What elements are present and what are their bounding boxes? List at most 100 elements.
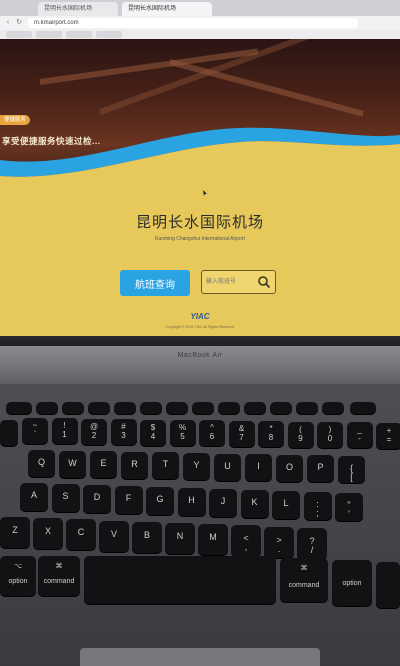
key[interactable]: ! 1 [51,418,78,445]
key[interactable]: I [245,454,272,482]
key-f6[interactable] [166,402,188,414]
key-label: C [77,527,85,538]
key-f5[interactable] [140,402,162,414]
key-command-left[interactable]: ⌘ command [38,556,80,596]
key-label: ^ 6 [209,423,215,442]
key[interactable]: D [83,485,111,513]
key-f1[interactable] [36,402,58,414]
flight-search-button[interactable]: 航班查询 [120,270,190,296]
key[interactable]: ) 0 [317,422,343,448]
key[interactable]: V [99,520,129,552]
key[interactable]: + = [376,422,400,449]
key-f7[interactable] [192,402,214,414]
hero-beam [169,59,364,117]
key[interactable]: U [214,453,241,481]
back-icon[interactable]: ‹ [4,19,12,27]
key[interactable]: * 8 [258,421,284,448]
key[interactable]: J [209,489,237,517]
key[interactable]: Q [28,450,55,477]
key[interactable]: W [59,450,86,478]
bookmark-item[interactable] [96,31,122,38]
key[interactable]: E [90,451,117,479]
browser-tab[interactable]: 昆明长水国际机场 [38,2,118,16]
key-f10[interactable] [270,402,292,414]
bookmark-item[interactable] [36,31,62,38]
key[interactable]: > . [264,526,294,558]
key-label: U [224,460,231,471]
key-f12[interactable] [322,402,344,414]
key[interactable]: G [146,487,174,515]
key-f8[interactable] [218,402,240,414]
key-label: @ 2 [89,421,99,440]
reload-icon[interactable]: ↻ [15,19,23,27]
browser-tab-active[interactable]: 昆明长水国际机场 [122,2,212,16]
key-f3[interactable] [88,402,110,414]
key[interactable]: Y [183,453,210,480]
key-eject[interactable] [350,402,376,414]
svg-text:YIAC: YIAC [190,312,209,321]
url-field[interactable]: m.kmairport.com [28,18,358,28]
key[interactable]: K [240,490,269,518]
key-label: % 5 [178,423,187,441]
key-label: { [ [349,463,353,482]
key[interactable]: ( 9 [287,421,314,448]
trackpad[interactable] [80,648,320,666]
key[interactable]: ^ 6 [199,420,225,447]
key-option-left[interactable]: ⌥ option [0,556,36,596]
key-label: B [143,529,150,540]
key-label: G [156,494,164,504]
key[interactable]: A [20,483,48,511]
key-label: M [209,532,217,543]
key-arrow-left[interactable] [376,562,400,608]
bookmark-item[interactable] [6,31,32,38]
key[interactable]: R [121,451,148,479]
key[interactable]: & 7 [228,420,255,447]
key-f11[interactable] [296,402,318,414]
key[interactable]: O [276,454,303,482]
key[interactable]: @ 2 [81,418,107,445]
key[interactable]: P [307,455,334,483]
key-label: W [68,457,77,468]
key[interactable]: T [152,452,179,480]
key-f9[interactable] [244,402,266,414]
key[interactable]: S [51,484,80,512]
key-glyph-alt: ⌥ [13,563,23,570]
search-input[interactable] [206,277,258,287]
key[interactable]: C [66,519,96,551]
bookmark-item[interactable] [66,31,92,38]
key[interactable]: L [272,491,300,519]
key-label: A [30,490,37,500]
key[interactable]: H [177,488,206,516]
key-label: < , [243,533,249,553]
key-tilde-edge[interactable] [0,420,18,446]
key-option-right[interactable]: option [332,560,372,606]
key[interactable]: N [165,523,195,554]
key-label: ? / [309,535,315,555]
key[interactable]: < , [231,525,261,557]
key-command-right[interactable]: ⌘ command [280,558,328,602]
key[interactable]: _ - [346,422,373,449]
key[interactable]: F [114,486,143,514]
key-label: $ 4 [150,422,156,441]
key[interactable]: { [ [338,456,365,483]
keyboard: ~ `! 1 @ 2 # 3 $ 4% 5 ^ 6 & 7 * 8( 9) 0 _ - + = … [0,384,400,666]
key[interactable]: " ' [335,493,363,521]
key-label: " ' [347,500,351,519]
key[interactable]: M [198,524,228,556]
key[interactable]: ? / [297,527,327,559]
key[interactable]: # 3 [110,419,137,446]
key[interactable]: B [132,521,162,553]
key[interactable]: Z [0,517,30,548]
search-icon[interactable] [257,275,271,289]
key-f4[interactable] [114,402,136,414]
key-esc[interactable] [6,402,32,414]
laptop-lid: 昆明长水国际机场 昆明长水国际机场 ‹ ↻ m.kmairport.com 便捷… [0,0,400,352]
key[interactable]: $ 4 [140,419,166,446]
key[interactable]: X [33,518,63,550]
key-label: J [220,496,226,506]
key-f2[interactable] [62,402,84,414]
key[interactable]: : ; [303,492,332,520]
key-space[interactable] [84,556,276,604]
key[interactable]: % 5 [169,420,196,446]
key[interactable]: ~ ` [22,418,48,444]
